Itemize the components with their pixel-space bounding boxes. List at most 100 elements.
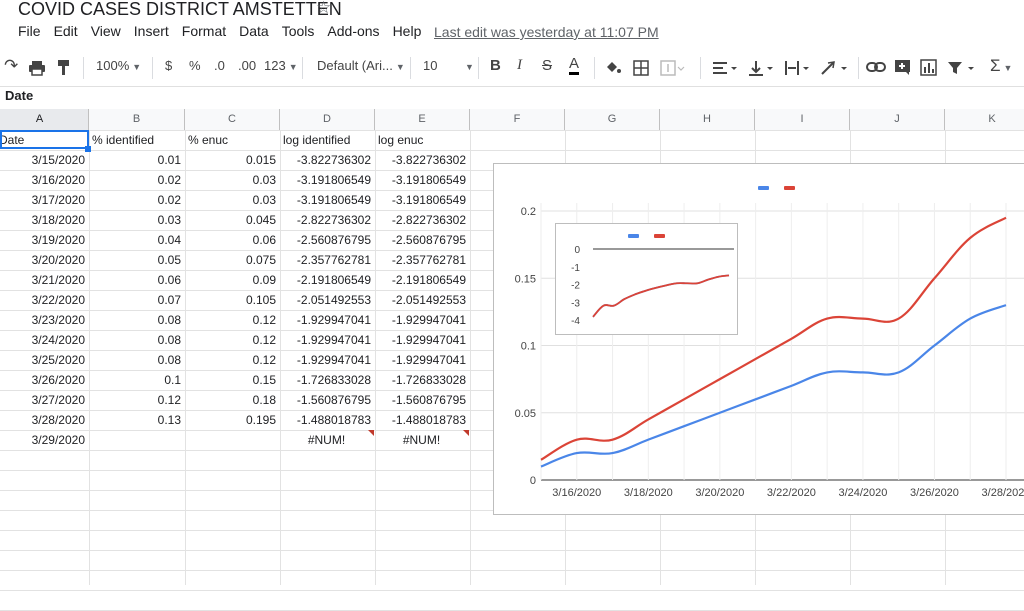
table-cell[interactable]: 0.12 [91,391,181,410]
fill-handle[interactable] [85,146,91,152]
print-icon[interactable] [28,60,46,76]
table-cell[interactable]: -2.822736302 [377,211,466,230]
menu-insert[interactable]: Insert [134,23,169,43]
column-header-e[interactable]: E [375,109,470,131]
table-cell[interactable]: 0.1 [91,371,181,390]
table-cell[interactable]: 0.12 [187,351,276,370]
table-cell[interactable]: 0.01 [91,151,181,170]
inset-series-line-0[interactable] [592,274,730,318]
table-cell[interactable]: -1.929947041 [377,351,466,370]
table-cell[interactable]: 0.03 [91,211,181,230]
table-cell[interactable]: -1.560876795 [282,391,371,410]
font-size-select[interactable]: 10 [423,58,437,73]
table-cell[interactable]: 0.08 [91,311,181,330]
inset-legend-swatch[interactable] [654,234,665,238]
vertical-align-icon[interactable] [748,60,776,76]
table-cell[interactable]: -3.191806549 [282,191,371,210]
paint-format-icon[interactable] [57,59,71,76]
column-header-a[interactable]: A [0,109,89,131]
borders-icon[interactable] [633,60,649,76]
increase-decimal-button[interactable]: .00 [238,58,256,73]
column-header-h[interactable]: H [660,109,755,131]
table-cell[interactable]: 3/26/2020 [2,371,85,390]
table-cell[interactable]: 3/23/2020 [2,311,85,330]
table-cell[interactable] [187,431,276,450]
table-cell[interactable]: 3/16/2020 [2,171,85,190]
table-cell[interactable]: -1.929947041 [282,311,371,330]
menu-tools[interactable]: Tools [282,23,315,43]
table-cell[interactable]: 0.03 [187,171,276,190]
table-cell[interactable]: -1.488018783 [377,411,466,430]
table-cell[interactable]: 0.05 [91,251,181,270]
table-cell[interactable]: -1.726833028 [377,371,466,390]
table-cell[interactable]: 0.06 [187,231,276,250]
table-cell[interactable]: -1.929947041 [282,351,371,370]
table-cell[interactable]: -2.051492553 [377,291,466,310]
filter-icon[interactable] [947,60,977,76]
column-header-g[interactable]: G [565,109,660,131]
document-title[interactable]: COVID CASES DISTRICT AMSTETTEN [18,0,342,20]
table-cell[interactable]: 0.04 [91,231,181,250]
header-cell[interactable]: % enuc [188,131,279,150]
percent-format-button[interactable]: % [189,58,201,73]
table-cell[interactable]: -1.929947041 [282,331,371,350]
menu-view[interactable]: View [91,23,121,43]
table-cell[interactable]: 3/28/2020 [2,411,85,430]
menu-edit[interactable]: Edit [54,23,78,43]
table-cell[interactable]: -3.822736302 [377,151,466,170]
text-color-button[interactable]: A [569,56,580,75]
table-cell[interactable]: -3.822736302 [282,151,371,170]
inset-series-line-1[interactable] [592,274,730,318]
table-cell[interactable]: 0.06 [91,271,181,290]
fill-color-icon[interactable] [604,60,622,76]
table-cell[interactable]: -2.191806549 [377,271,466,290]
column-header-c[interactable]: C [185,109,280,131]
table-cell[interactable]: 0.12 [187,331,276,350]
table-cell[interactable]: #NUM! [377,431,466,450]
table-cell[interactable]: -2.560876795 [282,231,371,250]
table-cell[interactable]: 0.07 [91,291,181,310]
table-cell[interactable]: -2.822736302 [282,211,371,230]
table-cell[interactable]: -1.929947041 [377,331,466,350]
legend-swatch[interactable] [784,186,795,190]
table-cell[interactable]: 3/24/2020 [2,331,85,350]
table-cell[interactable]: 3/15/2020 [2,151,85,170]
table-cell[interactable]: -1.726833028 [282,371,371,390]
table-cell[interactable]: 0.13 [91,411,181,430]
table-cell[interactable]: 0.18 [187,391,276,410]
insert-chart-icon[interactable] [920,59,937,76]
table-cell[interactable]: 3/21/2020 [2,271,85,290]
last-edit-link[interactable]: Last edit was yesterday at 11:07 PM [434,24,659,40]
table-cell[interactable]: #NUM! [282,431,371,450]
legend-swatch[interactable] [758,186,769,190]
text-wrapping-icon[interactable] [784,60,812,76]
main-chart[interactable]: 0 0.05 0.1 0.15 0.2 3/16/2020 3/18/2020 3/20/20… [493,163,1024,515]
horizontal-align-icon[interactable] [712,60,740,76]
table-cell[interactable]: -1.488018783 [282,411,371,430]
font-select[interactable]: Default (Ari... ▼ [317,58,405,73]
column-header-f[interactable]: F [470,109,565,131]
table-cell[interactable]: 0.015 [187,151,276,170]
table-cell[interactable]: -3.191806549 [377,171,466,190]
header-cell[interactable]: log identified [283,131,374,150]
table-cell[interactable]: 0.02 [91,171,181,190]
menu-data[interactable]: Data [239,23,269,43]
bold-button[interactable]: B [490,57,501,74]
table-cell[interactable]: -1.929947041 [377,311,466,330]
table-cell[interactable]: -3.191806549 [377,191,466,210]
log-chart[interactable]: 0 -1 -2 -3 -4 [555,223,738,335]
table-cell[interactable]: 0.08 [91,331,181,350]
table-cell[interactable]: 3/25/2020 [2,351,85,370]
table-cell[interactable]: 3/19/2020 [2,231,85,250]
redo-icon[interactable]: ↷ [4,56,18,76]
table-cell[interactable]: 3/17/2020 [2,191,85,210]
table-cell[interactable]: -3.191806549 [282,171,371,190]
column-header-j[interactable]: J [850,109,945,131]
table-cell[interactable]: 0.12 [187,311,276,330]
table-cell[interactable]: -2.191806549 [282,271,371,290]
table-cell[interactable]: -1.560876795 [377,391,466,410]
currency-format-button[interactable]: $ [165,58,172,73]
header-cell[interactable]: log enuc [378,131,469,150]
table-cell[interactable]: 3/29/2020 [2,431,85,450]
table-cell[interactable]: 3/27/2020 [2,391,85,410]
